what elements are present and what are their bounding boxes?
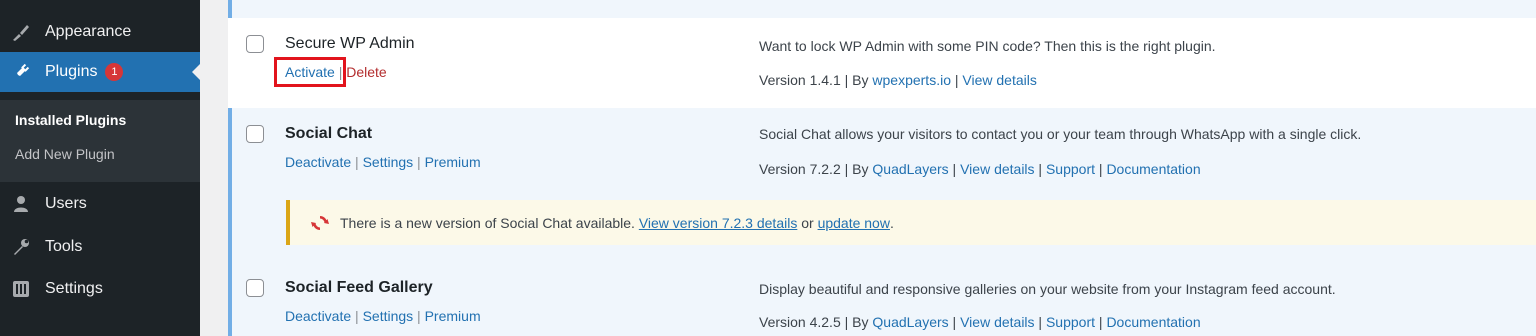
plugin-icon <box>10 62 32 82</box>
view-version-details-link[interactable]: View version 7.2.3 details <box>639 215 798 231</box>
update-icon <box>310 213 330 233</box>
plugin-checkbox[interactable] <box>246 125 264 143</box>
deactivate-link[interactable]: Deactivate <box>285 154 351 170</box>
delete-link[interactable]: Delete <box>346 64 386 80</box>
plugin-version: Version 1.4.1 <box>759 72 841 88</box>
by-label: By <box>852 314 869 330</box>
plugins-submenu: Installed Plugins Add New Plugin <box>0 100 200 182</box>
view-details-link[interactable]: View details <box>962 72 1036 88</box>
author-link[interactable]: QuadLayers <box>872 314 948 330</box>
plugin-row-social-chat: Social Chat Deactivate | Settings | Prem… <box>228 108 1536 200</box>
plugin-row-social-feed-gallery: Social Feed Gallery Deactivate | Setting… <box>228 262 1536 336</box>
sidebar-item-label: Users <box>45 195 87 212</box>
support-link[interactable]: Support <box>1046 314 1095 330</box>
plugin-name: Secure WP Admin <box>285 35 415 52</box>
view-details-link[interactable]: View details <box>960 314 1034 330</box>
sidebar-item-appearance[interactable]: Appearance <box>0 12 200 52</box>
documentation-link[interactable]: Documentation <box>1106 314 1200 330</box>
plugin-description: Want to lock WP Admin with some PIN code… <box>759 38 1216 54</box>
view-details-link[interactable]: View details <box>960 161 1034 177</box>
plugin-row-secure-wp-admin: Secure WP Admin Activate | Delete Want t… <box>228 18 1536 108</box>
author-link[interactable]: QuadLayers <box>872 161 948 177</box>
sidebar-item-label: Plugins <box>45 63 98 80</box>
update-notice-row: There is a new version of Social Chat av… <box>228 200 1536 262</box>
table-row <box>228 0 1536 18</box>
plugins-table: Secure WP Admin Activate | Delete Want t… <box>228 0 1536 336</box>
plugin-meta: Version 1.4.1 | By wpexperts.io | View d… <box>759 72 1037 88</box>
author-link[interactable]: wpexperts.io <box>872 72 951 88</box>
sidebar-item-plugins[interactable]: Plugins 1 <box>0 52 200 92</box>
notice-text: There is a new version of Social Chat av… <box>340 214 635 231</box>
deactivate-link[interactable]: Deactivate <box>285 308 351 324</box>
sidebar-item-settings[interactable]: Settings <box>0 269 200 309</box>
plugin-checkbox[interactable] <box>246 35 264 53</box>
sidebar-item-label: Appearance <box>45 23 132 40</box>
sidebar-item-tools[interactable]: Tools <box>0 227 200 267</box>
plugin-version: Version 4.2.5 <box>759 314 841 330</box>
plugin-meta: Version 7.2.2 | By QuadLayers | View det… <box>759 161 1201 177</box>
plugin-name: Social Chat <box>285 125 373 142</box>
user-icon <box>10 194 32 214</box>
update-count-badge: 1 <box>105 63 124 81</box>
brush-icon <box>10 22 32 42</box>
support-link[interactable]: Support <box>1046 161 1095 177</box>
sidebar-item-users[interactable]: Users <box>0 184 200 224</box>
by-label: By <box>852 72 869 88</box>
settings-link[interactable]: Settings <box>363 308 414 324</box>
submenu-add-new-plugin[interactable]: Add New Plugin <box>15 146 115 162</box>
submenu-installed-plugins[interactable]: Installed Plugins <box>15 112 126 128</box>
premium-link[interactable]: Premium <box>425 308 481 324</box>
plugin-name: Social Feed Gallery <box>285 279 433 296</box>
settings-link[interactable]: Settings <box>363 154 414 170</box>
plugin-version: Version 7.2.2 <box>759 161 841 177</box>
plugin-actions: Deactivate | Settings | Premium <box>285 154 481 170</box>
notice-period: . <box>889 214 894 231</box>
wrench-icon <box>10 237 32 257</box>
by-label: By <box>852 161 869 177</box>
sidebar-item-label: Tools <box>45 238 83 255</box>
premium-link[interactable]: Premium <box>425 154 481 170</box>
plugin-checkbox[interactable] <box>246 279 264 297</box>
plugin-meta: Version 4.2.5 | By QuadLayers | View det… <box>759 314 1201 330</box>
settings-icon <box>10 279 32 299</box>
notice-or: or <box>801 214 814 231</box>
sidebar-item-label: Settings <box>45 280 103 297</box>
plugin-actions: Deactivate | Settings | Premium <box>285 308 481 324</box>
documentation-link[interactable]: Documentation <box>1106 161 1200 177</box>
update-now-link[interactable]: update now <box>818 215 890 231</box>
admin-sidebar: Appearance Plugins 1 Installed Plugins A… <box>0 0 200 336</box>
plugin-description: Display beautiful and responsive galleri… <box>759 281 1336 297</box>
highlight-annotation <box>274 57 346 87</box>
plugin-description: Social Chat allows your visitors to cont… <box>759 126 1362 142</box>
update-notice: There is a new version of Social Chat av… <box>286 200 1536 245</box>
